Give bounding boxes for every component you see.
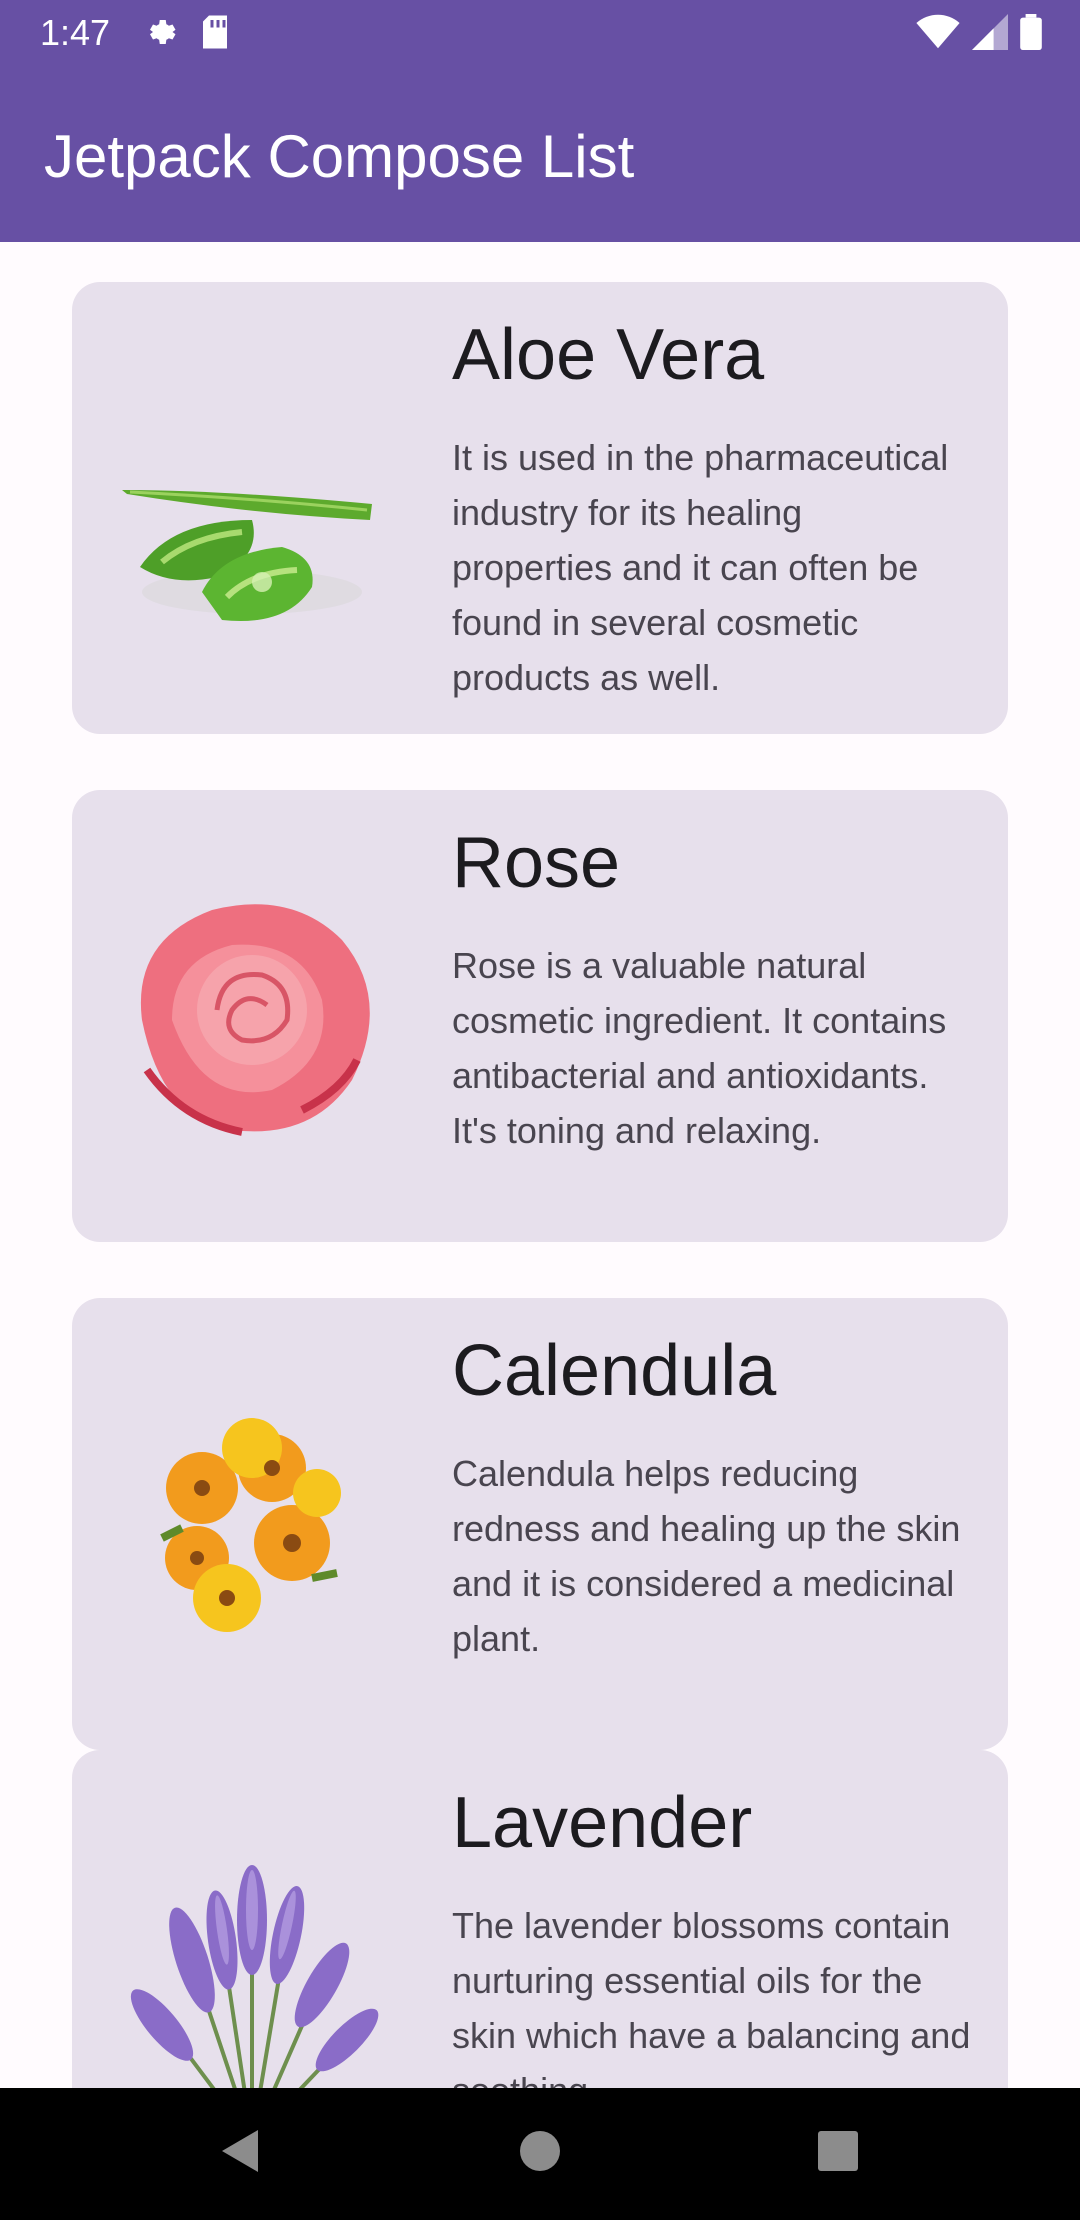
app-title: Jetpack Compose List <box>44 123 635 190</box>
calendula-image <box>102 1358 402 1678</box>
battery-icon <box>1020 14 1042 55</box>
recents-icon[interactable] <box>816 2126 860 2181</box>
list-item-card[interactable]: Rose Rose is a valuable natural cosmetic… <box>72 790 1008 1242</box>
item-description: The lavender blossoms contain nurturing … <box>452 1905 971 2088</box>
home-icon[interactable] <box>518 2126 562 2181</box>
list-item-card[interactable]: Aloe Vera It is used in the pharmaceutic… <box>72 282 1008 734</box>
top-app-bar: Jetpack Compose List <box>0 66 1080 242</box>
wifi-icon <box>916 14 960 55</box>
item-title: Rose <box>452 823 621 903</box>
lavender-image <box>102 1810 402 2088</box>
settings-icon <box>144 14 180 55</box>
back-icon[interactable] <box>218 2126 262 2181</box>
item-title: Calendula <box>452 1331 777 1411</box>
system-navigation-bar <box>0 2088 1080 2220</box>
status-bar: 1:47 <box>0 0 1080 66</box>
sd-card-icon <box>200 14 230 55</box>
item-description: Calendula helps reducing redness and hea… <box>452 1453 961 1659</box>
rose-image <box>102 850 402 1170</box>
aloe-vera-image <box>102 342 402 662</box>
plant-list[interactable]: Aloe Vera It is used in the pharmaceutic… <box>0 242 1080 2088</box>
list-item-card[interactable]: Calendula Calendula helps reducing redne… <box>72 1298 1008 1750</box>
item-description: It is used in the pharmaceutical industr… <box>452 437 949 698</box>
item-title: Aloe Vera <box>452 315 765 395</box>
list-item-card[interactable]: Lavender The lavender blossoms contain n… <box>72 1750 1008 2088</box>
item-title: Lavender <box>452 1783 753 1863</box>
status-time: 1:47 <box>40 12 111 53</box>
item-description: Rose is a valuable natural cosmetic ingr… <box>452 945 947 1151</box>
cellular-signal-icon <box>972 14 1008 55</box>
